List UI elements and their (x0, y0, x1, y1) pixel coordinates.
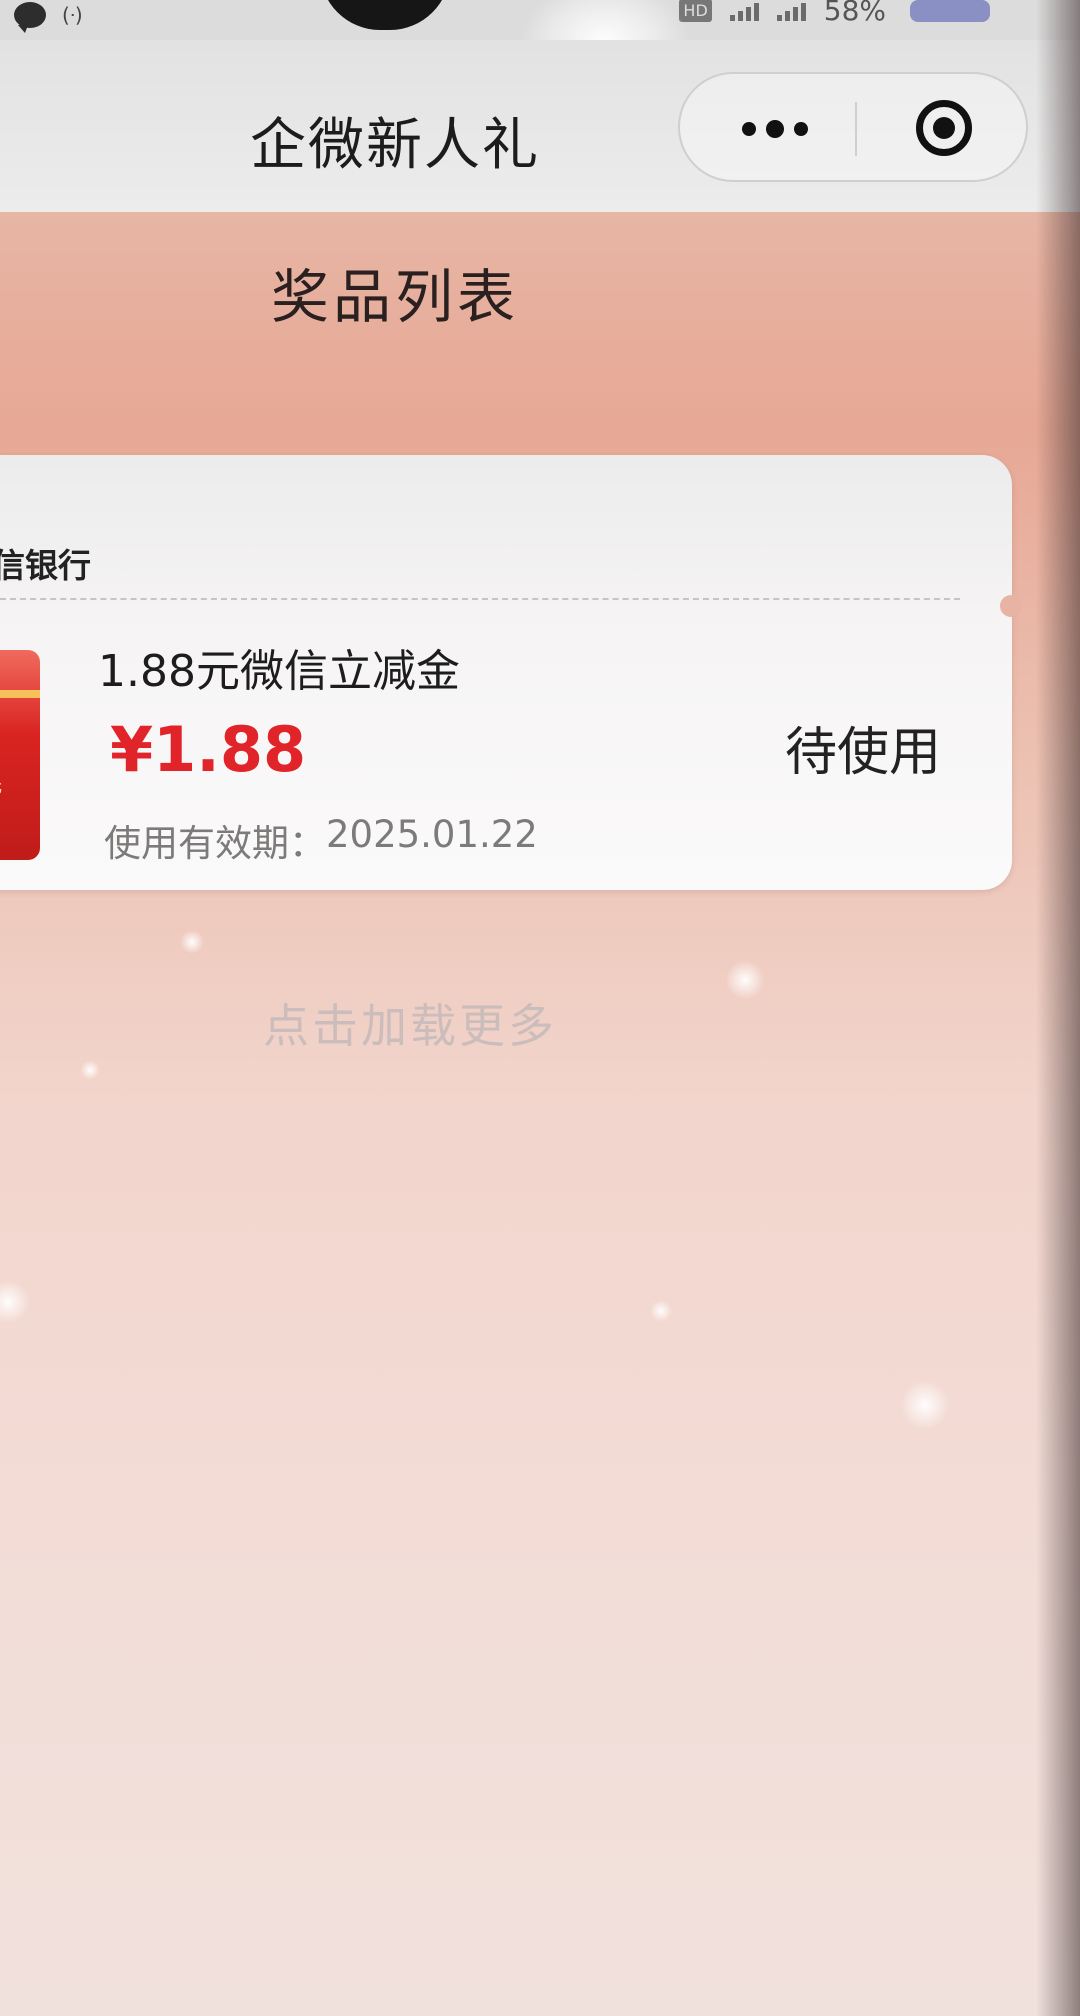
status-right-icons: HD 58% (679, 0, 990, 27)
hotspot-icon: (ᐧ) (62, 3, 83, 27)
wechat-notification-icon (14, 2, 46, 33)
ticket-notch (1000, 595, 1022, 617)
dashed-divider (0, 598, 960, 600)
sparkle-decoration (900, 1380, 950, 1430)
sparkle-decoration (650, 1300, 672, 1322)
prize-bank-name: 信银行 (0, 546, 91, 585)
prize-status-button[interactable]: 待使用 (785, 710, 941, 785)
red-envelope-thumbnail: 元 (0, 650, 40, 860)
validity-label: 使用有效期： (104, 822, 326, 865)
prize-card[interactable]: 信银行 元 1.88元微信立减金 ¥1.88 使用有效期： 2025.01.22… (0, 455, 1022, 890)
page-title: 奖品列表 (270, 263, 519, 331)
screen-background: (ᐧ) HD 58% 企微新人礼 奖品列表 信银行 1.88元微信立减金 ¥1.… (0, 0, 1080, 2016)
prize-name: 1.88元微信立减金 (98, 646, 460, 697)
thumbnail-text: 元 (0, 772, 2, 798)
mini-program-nav-bar: 企微新人礼 (0, 40, 1080, 212)
status-left-icons: (ᐧ) (14, 2, 83, 33)
prize-validity: 使用有效期： 2025.01.22 (104, 813, 538, 867)
camera-notch (320, 0, 450, 30)
battery-icon (910, 0, 990, 22)
capsule-divider (855, 102, 857, 156)
cell-signal-icon (776, 1, 806, 21)
load-more-link[interactable]: 点击加载更多 (0, 990, 820, 1056)
thumbnail-gold-band (0, 690, 40, 698)
battery-percentage: 58% (823, 0, 886, 27)
sparkle-decoration (0, 1280, 30, 1324)
status-bar: (ᐧ) HD 58% (0, 0, 1080, 40)
device-edge-shadow (1036, 0, 1080, 2016)
sparkle-decoration (180, 930, 204, 954)
sparkle-decoration (80, 1060, 100, 1080)
validity-date: 2025.01.22 (326, 813, 538, 856)
capsule-menu (678, 72, 1028, 182)
cell-signal-icon (729, 1, 759, 21)
close-miniprogram-icon[interactable] (916, 100, 972, 156)
prize-amount: ¥1.88 (110, 713, 307, 786)
nav-title: 企微新人礼 (250, 113, 540, 178)
more-options-icon[interactable] (730, 114, 820, 144)
hd-icon: HD (679, 0, 712, 22)
